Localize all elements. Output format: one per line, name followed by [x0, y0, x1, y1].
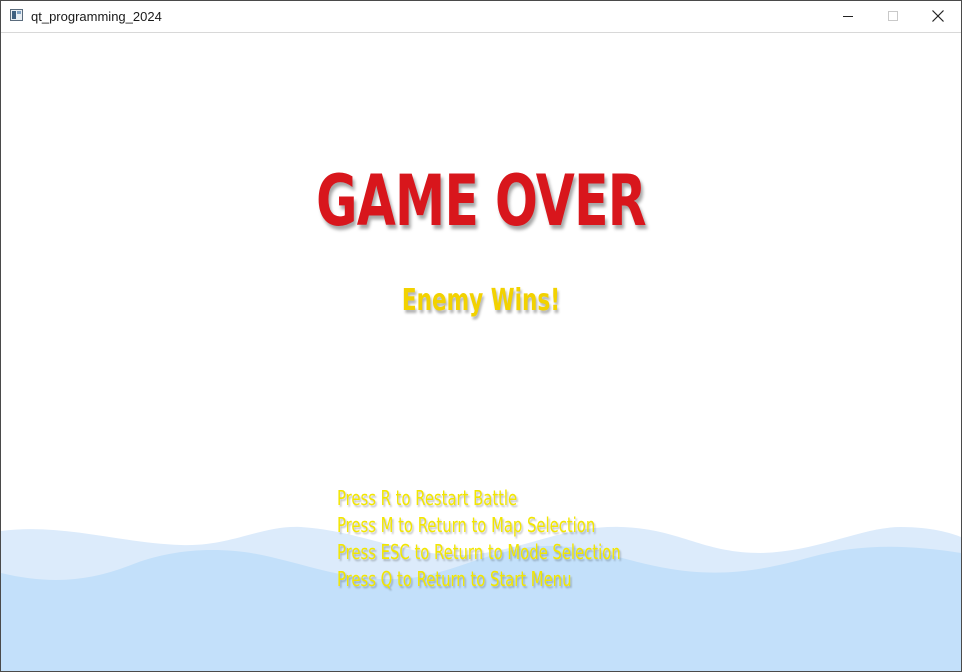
minimize-icon [843, 16, 853, 17]
mode-selection-instruction: Press ESC to Return to Mode Selection [337, 540, 621, 564]
game-over-screen: GAME OVER Enemy Wins! Press R to Restart… [1, 33, 961, 671]
key-instructions: Press R to Restart Battle Press M to Ret… [337, 485, 720, 593]
close-icon [932, 10, 944, 22]
app-icon [10, 9, 23, 21]
title-bar[interactable]: qt_programming_2024 [1, 1, 961, 33]
restart-instruction: Press R to Restart Battle [337, 486, 518, 510]
window-title: qt_programming_2024 [31, 9, 162, 24]
start-menu-instruction: Press Q to Return to Start Menu [337, 567, 572, 591]
close-button[interactable] [915, 1, 961, 32]
winner-text: Enemy Wins! [401, 283, 561, 318]
maximize-icon [888, 11, 898, 21]
map-selection-instruction: Press M to Return to Map Selection [337, 513, 596, 537]
app-window: qt_programming_2024 GAME OVER Enemy Wins… [0, 0, 962, 672]
maximize-button[interactable] [870, 1, 916, 32]
minimize-button[interactable] [825, 1, 871, 32]
game-over-title: GAME OVER [316, 160, 646, 242]
